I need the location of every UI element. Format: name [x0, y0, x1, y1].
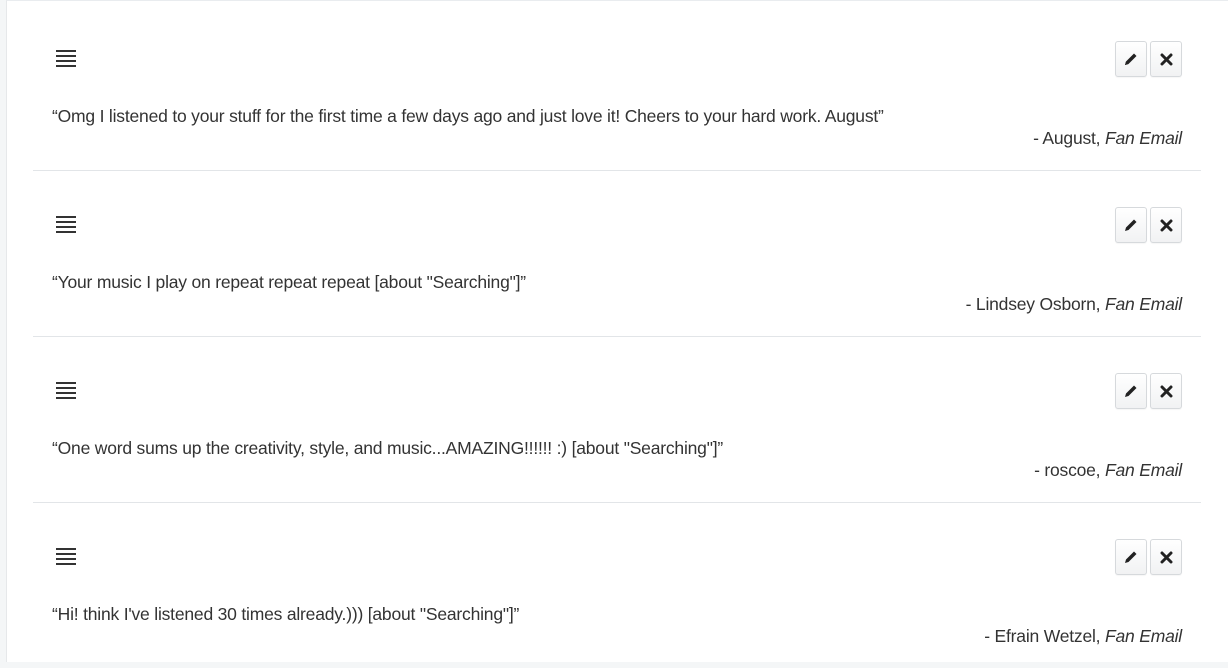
testimonials-panel: “Omg I listened to your stuff for the fi… [6, 0, 1228, 662]
testimonial-quote: “Omg I listened to your stuff for the fi… [52, 106, 884, 126]
drag-handle-icon[interactable] [56, 382, 76, 400]
testimonial-actions [1115, 41, 1182, 77]
pencil-icon [1125, 551, 1137, 563]
testimonial-actions [1115, 539, 1182, 575]
close-icon [1160, 53, 1172, 65]
edit-button[interactable] [1115, 207, 1147, 243]
testimonial-actions [1115, 207, 1182, 243]
pencil-icon [1125, 385, 1137, 397]
testimonial-attribution: - Efrain Wetzel, Fan Email [984, 626, 1182, 647]
testimonial-source: Fan Email [1105, 294, 1182, 314]
testimonial-item: “Omg I listened to your stuff for the fi… [33, 5, 1201, 171]
testimonial-source: Fan Email [1105, 460, 1182, 480]
testimonial-quote: “Hi! think I've listened 30 times alread… [52, 604, 520, 624]
delete-button[interactable] [1150, 373, 1182, 409]
testimonial-quote: “One word sums up the creativity, style,… [52, 438, 724, 458]
drag-handle-icon[interactable] [56, 548, 76, 566]
testimonial-quote: “Your music I play on repeat repeat repe… [52, 272, 526, 292]
testimonial-author: - Lindsey Osborn, [965, 294, 1106, 314]
delete-button[interactable] [1150, 207, 1182, 243]
edit-button[interactable] [1115, 41, 1147, 77]
drag-handle-icon[interactable] [56, 50, 76, 68]
testimonial-attribution: - Lindsey Osborn, Fan Email [965, 294, 1183, 315]
testimonial-author: - August, [1033, 128, 1106, 148]
edit-button[interactable] [1115, 373, 1147, 409]
testimonial-attribution: - August, Fan Email [1033, 128, 1182, 149]
drag-handle-icon[interactable] [56, 216, 76, 234]
testimonial-list: “Omg I listened to your stuff for the fi… [33, 5, 1201, 668]
close-icon [1160, 219, 1172, 231]
testimonial-item: “One word sums up the creativity, style,… [33, 337, 1201, 503]
close-icon [1160, 385, 1172, 397]
pencil-icon [1125, 53, 1137, 65]
testimonial-item: “Hi! think I've listened 30 times alread… [33, 503, 1201, 668]
delete-button[interactable] [1150, 41, 1182, 77]
delete-button[interactable] [1150, 539, 1182, 575]
close-icon [1160, 551, 1172, 563]
pencil-icon [1125, 219, 1137, 231]
testimonial-author: - Efrain Wetzel, [984, 626, 1106, 646]
testimonial-source: Fan Email [1105, 626, 1182, 646]
testimonial-actions [1115, 373, 1182, 409]
testimonial-item: “Your music I play on repeat repeat repe… [33, 171, 1201, 337]
testimonial-attribution: - roscoe, Fan Email [1034, 460, 1182, 481]
testimonial-author: - roscoe, [1034, 460, 1106, 480]
edit-button[interactable] [1115, 539, 1147, 575]
testimonial-source: Fan Email [1105, 128, 1182, 148]
